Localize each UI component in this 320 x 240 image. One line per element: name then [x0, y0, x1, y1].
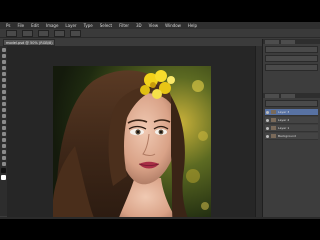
history-brush-tool-icon[interactable]: [1, 102, 6, 106]
visibility-eye-icon[interactable]: [266, 118, 269, 122]
layers-tab[interactable]: [265, 94, 279, 98]
document-canvas[interactable]: [53, 66, 211, 219]
layer-thumbnail: [271, 110, 276, 114]
document-tab[interactable]: model.psd @ 50% (RGB/8): [3, 39, 55, 46]
menu-bar: Ps File Edit Image Layer Type Select Fil…: [0, 22, 320, 29]
background-color-swatch[interactable]: [1, 175, 6, 180]
clone-stamp-tool-icon[interactable]: [1, 96, 6, 100]
option-button[interactable]: [38, 29, 49, 37]
layer-row[interactable]: Layer 2: [265, 117, 318, 124]
panel-spacer: [263, 73, 320, 93]
app-logo: Ps: [6, 23, 11, 28]
hand-tool-icon[interactable]: [1, 156, 6, 160]
blur-tool-icon[interactable]: [1, 120, 6, 124]
adjustment-row[interactable]: [265, 46, 318, 53]
photoshop-window: Ps File Edit Image Layer Type Select Fil…: [0, 22, 320, 219]
marquee-tool-icon[interactable]: [1, 54, 6, 58]
healing-brush-tool-icon[interactable]: [1, 84, 6, 88]
adjustment-row[interactable]: [265, 55, 318, 62]
layer-name: Layer 3: [278, 110, 290, 114]
visibility-eye-icon[interactable]: [266, 110, 269, 114]
menu-layer[interactable]: Layer: [65, 22, 76, 29]
right-panels: Layer 3 Layer 2 Layer 1 Background: [262, 39, 320, 218]
visibility-eye-icon[interactable]: [266, 134, 269, 138]
menu-edit[interactable]: Edit: [31, 22, 39, 29]
eyedropper-tool-icon[interactable]: [1, 78, 6, 82]
visibility-eye-icon[interactable]: [266, 126, 269, 130]
menu-type[interactable]: Type: [84, 22, 93, 29]
shape-tool-icon[interactable]: [1, 150, 6, 154]
pen-tool-icon[interactable]: [1, 132, 6, 136]
move-tool-icon[interactable]: [1, 48, 6, 52]
dodge-tool-icon[interactable]: [1, 126, 6, 130]
panel-tab[interactable]: [265, 40, 279, 44]
gradient-tool-icon[interactable]: [1, 114, 6, 118]
blend-mode-select[interactable]: [265, 100, 318, 107]
eraser-tool-icon[interactable]: [1, 108, 6, 112]
menu-image[interactable]: Image: [46, 22, 59, 29]
layer-row[interactable]: Layer 3: [265, 109, 318, 116]
menu-window[interactable]: Window: [165, 22, 181, 29]
layer-name: Background: [278, 134, 296, 138]
layer-thumbnail: [271, 118, 276, 122]
status-bar: [0, 217, 320, 219]
adjustment-row[interactable]: [265, 64, 318, 71]
quick-select-tool-icon[interactable]: [1, 66, 6, 70]
foreground-color-swatch[interactable]: [1, 168, 6, 173]
option-button[interactable]: [22, 29, 33, 37]
menu-select[interactable]: Select: [100, 22, 112, 29]
layers-panel-tabs: [263, 93, 320, 98]
panel-tabs-top: [263, 39, 320, 44]
menu-help[interactable]: Help: [188, 22, 197, 29]
layer-name: Layer 2: [278, 118, 290, 122]
menu-filter[interactable]: Filter: [119, 22, 129, 29]
option-button[interactable]: [70, 29, 81, 37]
zoom-tool-icon[interactable]: [1, 162, 6, 166]
portrait-photo: [53, 66, 211, 219]
panel-tab[interactable]: [281, 40, 295, 44]
crop-tool-icon[interactable]: [1, 72, 6, 76]
layer-row[interactable]: Layer 1: [265, 125, 318, 132]
layer-thumbnail: [271, 134, 276, 138]
menu-3d[interactable]: 3D: [136, 22, 142, 29]
menu-file[interactable]: File: [17, 22, 24, 29]
menu-view[interactable]: View: [149, 22, 159, 29]
tool-preset-button[interactable]: [6, 29, 17, 37]
lasso-tool-icon[interactable]: [1, 60, 6, 64]
option-button[interactable]: [54, 29, 65, 37]
layer-thumbnail: [271, 126, 276, 130]
path-select-tool-icon[interactable]: [1, 144, 6, 148]
layer-name: Layer 1: [278, 126, 290, 130]
layer-row[interactable]: Background: [265, 133, 318, 140]
options-bar: [0, 29, 320, 38]
tools-panel: [0, 46, 7, 216]
type-tool-icon[interactable]: [1, 138, 6, 142]
brush-tool-icon[interactable]: [1, 90, 6, 94]
channels-tab[interactable]: [281, 94, 295, 98]
